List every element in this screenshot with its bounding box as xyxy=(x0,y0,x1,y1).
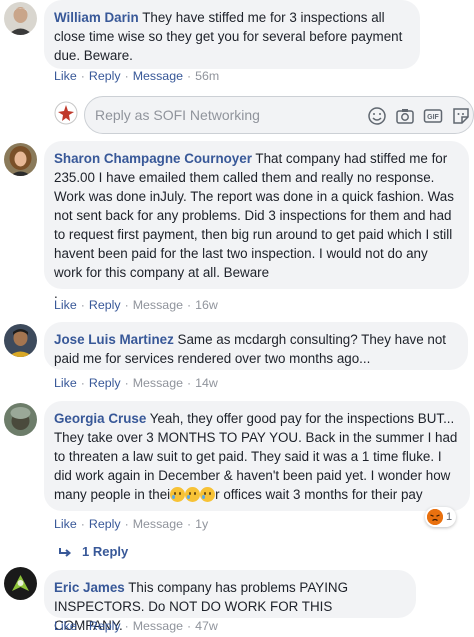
message-link[interactable]: Message xyxy=(133,517,183,531)
comment-bubble: Sharon Champagne Cournoyer That company … xyxy=(44,141,469,301)
comment-time[interactable]: 56m xyxy=(195,69,219,83)
sad-emoji-icon xyxy=(170,487,186,502)
comment-author[interactable]: William Darin xyxy=(54,10,139,25)
reaction-summary[interactable]: 1 xyxy=(425,507,457,527)
angry-reaction-icon xyxy=(427,509,443,525)
avatar[interactable] xyxy=(4,143,37,176)
avatar[interactable] xyxy=(4,567,37,600)
comment-actions: Like · Reply · Message · 1y xyxy=(54,517,209,531)
gif-icon[interactable]: GIF xyxy=(423,106,443,126)
comment-author[interactable]: Sharon Champagne Cournoyer xyxy=(54,151,252,166)
replies-count-label[interactable]: 1 Reply xyxy=(82,544,128,559)
reply-link[interactable]: Reply xyxy=(89,376,121,390)
like-link[interactable]: Like xyxy=(54,376,77,390)
comment-text: That company had stiffed me for 235.00 I… xyxy=(54,151,454,280)
comment-text-end: r offices wait 3 months for their pay xyxy=(215,487,423,502)
like-link[interactable]: Like xyxy=(54,619,77,633)
reply-composer[interactable]: GIF xyxy=(84,96,474,134)
account-avatar xyxy=(54,101,78,125)
reply-link[interactable]: Reply xyxy=(89,619,121,633)
sticker-icon[interactable] xyxy=(451,106,471,126)
camera-icon[interactable] xyxy=(395,106,415,126)
comment-author[interactable]: Jose Luis Martinez xyxy=(54,332,174,347)
comment-actions: Like · Reply · Message · 14w xyxy=(54,376,218,390)
message-link[interactable]: Message xyxy=(133,69,183,83)
message-link[interactable]: Message xyxy=(133,298,183,312)
like-link[interactable]: Like xyxy=(54,517,77,531)
sad-emoji-icon xyxy=(185,487,201,502)
svg-text:GIF: GIF xyxy=(427,114,439,121)
view-replies-link[interactable]: 1 Reply xyxy=(58,544,128,559)
comment-bubble: Jose Luis Martinez Same as mcdargh consu… xyxy=(44,322,468,370)
comment-author[interactable]: Eric James xyxy=(54,580,125,595)
comment-actions: Like · Reply · Message · 47w xyxy=(54,619,218,633)
comment-bubble: William Darin They have stiffed me for 3… xyxy=(44,0,420,69)
reply-input[interactable] xyxy=(95,105,355,125)
emoji-icon[interactable] xyxy=(367,106,387,126)
message-link[interactable]: Message xyxy=(133,376,183,390)
reply-link[interactable]: Reply xyxy=(89,298,121,312)
reply-link[interactable]: Reply xyxy=(89,69,121,83)
comment-time[interactable]: 47w xyxy=(195,619,218,633)
sad-emoji-icon xyxy=(200,487,216,502)
comment-time[interactable]: 16w xyxy=(195,298,218,312)
like-link[interactable]: Like xyxy=(54,298,77,312)
message-link[interactable]: Message xyxy=(133,619,183,633)
comment-bubble: Georgia Cruse Yeah, they offer good pay … xyxy=(44,401,470,511)
avatar[interactable] xyxy=(4,324,37,357)
comment-actions: Like · Reply · Message · 56m xyxy=(54,69,220,83)
avatar[interactable] xyxy=(4,403,37,436)
comment-actions: Like · Reply · Message · 16w xyxy=(54,298,218,312)
reply-arrow-icon xyxy=(59,547,72,557)
avatar[interactable] xyxy=(4,2,37,35)
like-link[interactable]: Like xyxy=(54,69,77,83)
comment-time[interactable]: 1y xyxy=(195,517,208,531)
comment-time[interactable]: 14w xyxy=(195,376,218,390)
comment-author[interactable]: Georgia Cruse xyxy=(54,411,146,426)
reaction-count: 1 xyxy=(446,511,453,523)
comment-bubble: Eric James This company has problems PAY… xyxy=(44,570,416,633)
reply-link[interactable]: Reply xyxy=(89,517,121,531)
